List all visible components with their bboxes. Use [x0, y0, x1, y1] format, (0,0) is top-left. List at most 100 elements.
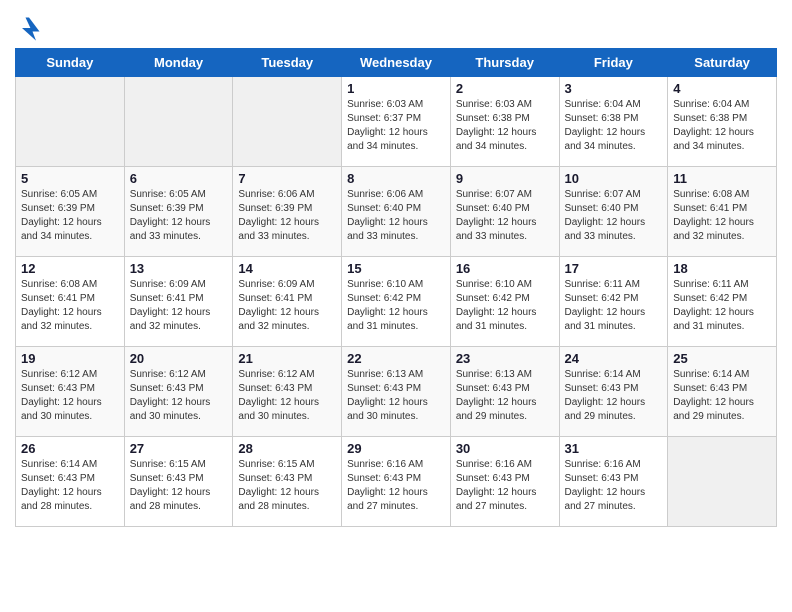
- date-number: 7: [238, 171, 336, 186]
- date-number: 17: [565, 261, 663, 276]
- cell-info: Sunrise: 6:16 AM Sunset: 6:43 PM Dayligh…: [565, 458, 663, 514]
- cell-info: Sunrise: 6:03 AM Sunset: 6:38 PM Dayligh…: [456, 98, 554, 154]
- cell-info: Sunrise: 6:11 AM Sunset: 6:42 PM Dayligh…: [565, 278, 663, 334]
- table-cell: 15 Sunrise: 6:10 AM Sunset: 6:42 PM Dayli…: [342, 257, 451, 347]
- cell-info: Sunrise: 6:12 AM Sunset: 6:43 PM Dayligh…: [238, 368, 336, 424]
- cell-info: Sunrise: 6:13 AM Sunset: 6:43 PM Dayligh…: [347, 368, 445, 424]
- cell-info: Sunrise: 6:07 AM Sunset: 6:40 PM Dayligh…: [565, 188, 663, 244]
- table-cell: 9 Sunrise: 6:07 AM Sunset: 6:40 PM Daylig…: [450, 167, 559, 257]
- cell-info: Sunrise: 6:03 AM Sunset: 6:37 PM Dayligh…: [347, 98, 445, 154]
- date-number: 24: [565, 351, 663, 366]
- page-header: [15, 10, 777, 42]
- table-cell: 30 Sunrise: 6:16 AM Sunset: 6:43 PM Dayli…: [450, 437, 559, 527]
- table-cell: 28Sunrise: 6:15 AM Sunset: 6:43 PM Dayli…: [233, 437, 342, 527]
- table-cell: 2 Sunrise: 6:03 AM Sunset: 6:38 PM Daylig…: [450, 77, 559, 167]
- cell-info: Sunrise: 6:08 AM Sunset: 6:41 PM Dayligh…: [673, 188, 771, 244]
- date-number: 30: [456, 441, 554, 456]
- table-cell: 16 Sunrise: 6:10 AM Sunset: 6:42 PM Dayli…: [450, 257, 559, 347]
- table-cell: 24 Sunrise: 6:14 AM Sunset: 6:43 PM Dayli…: [559, 347, 668, 437]
- table-cell: 23 Sunrise: 6:13 AM Sunset: 6:43 PM Dayli…: [450, 347, 559, 437]
- cell-info: Sunrise: 6:14 AM Sunset: 6:43 PM Dayligh…: [565, 368, 663, 424]
- table-cell: 19 Sunrise: 6:12 AM Sunset: 6:43 PM Dayli…: [16, 347, 125, 437]
- cell-info: Sunrise: 6:16 AM Sunset: 6:43 PM Dayligh…: [347, 458, 445, 514]
- table-cell: 3Sunrise: 6:04 AM Sunset: 6:38 PM Daylig…: [559, 77, 668, 167]
- cell-info: Sunrise: 6:09 AM Sunset: 6:41 PM Dayligh…: [130, 278, 228, 334]
- date-number: 10: [565, 171, 663, 186]
- date-number: 18: [673, 261, 771, 276]
- day-header-sunday: Sunday: [16, 49, 125, 77]
- table-cell: 17 Sunrise: 6:11 AM Sunset: 6:42 PM Dayli…: [559, 257, 668, 347]
- table-cell: 31 Sunrise: 6:16 AM Sunset: 6:43 PM Dayli…: [559, 437, 668, 527]
- cell-info: Sunrise: 6:06 AM Sunset: 6:40 PM Dayligh…: [347, 188, 445, 244]
- date-number: 1: [347, 81, 445, 96]
- date-number: 19: [21, 351, 119, 366]
- table-cell: 22 Sunrise: 6:13 AM Sunset: 6:43 PM Dayli…: [342, 347, 451, 437]
- cell-info: Sunrise: 6:05 AM Sunset: 6:39 PM Dayligh…: [130, 188, 228, 244]
- cell-info: Sunrise: 6:16 AM Sunset: 6:43 PM Dayligh…: [456, 458, 554, 514]
- day-header-monday: Monday: [124, 49, 233, 77]
- cell-info: Sunrise: 6:08 AM Sunset: 6:41 PM Dayligh…: [21, 278, 119, 334]
- cell-info: Sunrise: 6:10 AM Sunset: 6:42 PM Dayligh…: [347, 278, 445, 334]
- date-number: 8: [347, 171, 445, 186]
- table-cell: 14 Sunrise: 6:09 AM Sunset: 6:41 PM Dayli…: [233, 257, 342, 347]
- cell-info: Sunrise: 6:12 AM Sunset: 6:43 PM Dayligh…: [21, 368, 119, 424]
- table-cell: 11Sunrise: 6:08 AM Sunset: 6:41 PM Dayli…: [668, 167, 777, 257]
- date-number: 31: [565, 441, 663, 456]
- table-cell: 18 Sunrise: 6:11 AM Sunset: 6:42 PM Dayli…: [668, 257, 777, 347]
- cell-info: Sunrise: 6:09 AM Sunset: 6:41 PM Dayligh…: [238, 278, 336, 334]
- table-cell: 25Sunrise: 6:14 AM Sunset: 6:43 PM Dayli…: [668, 347, 777, 437]
- table-cell: 27 Sunrise: 6:15 AM Sunset: 6:43 PM Dayli…: [124, 437, 233, 527]
- date-number: 12: [21, 261, 119, 276]
- date-number: 16: [456, 261, 554, 276]
- table-cell: 21Sunrise: 6:12 AM Sunset: 6:43 PM Dayli…: [233, 347, 342, 437]
- table-cell: [16, 77, 125, 167]
- date-number: 6: [130, 171, 228, 186]
- day-header-friday: Friday: [559, 49, 668, 77]
- date-number: 26: [21, 441, 119, 456]
- date-number: 13: [130, 261, 228, 276]
- week-row-2: 5 Sunrise: 6:05 AM Sunset: 6:39 PM Daylig…: [16, 167, 777, 257]
- days-header-row: SundayMondayTuesdayWednesdayThursdayFrid…: [16, 49, 777, 77]
- table-cell: 29 Sunrise: 6:16 AM Sunset: 6:43 PM Dayli…: [342, 437, 451, 527]
- week-row-3: 12 Sunrise: 6:08 AM Sunset: 6:41 PM Dayli…: [16, 257, 777, 347]
- date-number: 5: [21, 171, 119, 186]
- table-cell: 12 Sunrise: 6:08 AM Sunset: 6:41 PM Dayli…: [16, 257, 125, 347]
- date-number: 23: [456, 351, 554, 366]
- table-cell: 6 Sunrise: 6:05 AM Sunset: 6:39 PM Daylig…: [124, 167, 233, 257]
- date-number: 27: [130, 441, 228, 456]
- cell-info: Sunrise: 6:15 AM Sunset: 6:43 PM Dayligh…: [130, 458, 228, 514]
- day-header-thursday: Thursday: [450, 49, 559, 77]
- cell-info: Sunrise: 6:10 AM Sunset: 6:42 PM Dayligh…: [456, 278, 554, 334]
- table-cell: 20Sunrise: 6:12 AM Sunset: 6:43 PM Dayli…: [124, 347, 233, 437]
- table-cell: 5 Sunrise: 6:05 AM Sunset: 6:39 PM Daylig…: [16, 167, 125, 257]
- week-row-1: 1 Sunrise: 6:03 AM Sunset: 6:37 PM Daylig…: [16, 77, 777, 167]
- date-number: 3: [565, 81, 663, 96]
- cell-info: Sunrise: 6:11 AM Sunset: 6:42 PM Dayligh…: [673, 278, 771, 334]
- date-number: 2: [456, 81, 554, 96]
- cell-info: Sunrise: 6:05 AM Sunset: 6:39 PM Dayligh…: [21, 188, 119, 244]
- cell-info: Sunrise: 6:14 AM Sunset: 6:43 PM Dayligh…: [21, 458, 119, 514]
- logo: [15, 14, 47, 42]
- table-cell: 7 Sunrise: 6:06 AM Sunset: 6:39 PM Daylig…: [233, 167, 342, 257]
- date-number: 20: [130, 351, 228, 366]
- date-number: 9: [456, 171, 554, 186]
- date-number: 14: [238, 261, 336, 276]
- day-header-tuesday: Tuesday: [233, 49, 342, 77]
- cell-info: Sunrise: 6:06 AM Sunset: 6:39 PM Dayligh…: [238, 188, 336, 244]
- table-cell: [668, 437, 777, 527]
- table-cell: 10 Sunrise: 6:07 AM Sunset: 6:40 PM Dayli…: [559, 167, 668, 257]
- table-cell: [233, 77, 342, 167]
- day-header-saturday: Saturday: [668, 49, 777, 77]
- date-number: 22: [347, 351, 445, 366]
- week-row-4: 19 Sunrise: 6:12 AM Sunset: 6:43 PM Dayli…: [16, 347, 777, 437]
- cell-info: Sunrise: 6:15 AM Sunset: 6:43 PM Dayligh…: [238, 458, 336, 514]
- table-cell: 13 Sunrise: 6:09 AM Sunset: 6:41 PM Dayli…: [124, 257, 233, 347]
- cell-info: Sunrise: 6:14 AM Sunset: 6:43 PM Dayligh…: [673, 368, 771, 424]
- cell-info: Sunrise: 6:13 AM Sunset: 6:43 PM Dayligh…: [456, 368, 554, 424]
- date-number: 29: [347, 441, 445, 456]
- table-cell: 1 Sunrise: 6:03 AM Sunset: 6:37 PM Daylig…: [342, 77, 451, 167]
- date-number: 15: [347, 261, 445, 276]
- day-header-wednesday: Wednesday: [342, 49, 451, 77]
- cell-info: Sunrise: 6:04 AM Sunset: 6:38 PM Dayligh…: [673, 98, 771, 154]
- cell-info: Sunrise: 6:07 AM Sunset: 6:40 PM Dayligh…: [456, 188, 554, 244]
